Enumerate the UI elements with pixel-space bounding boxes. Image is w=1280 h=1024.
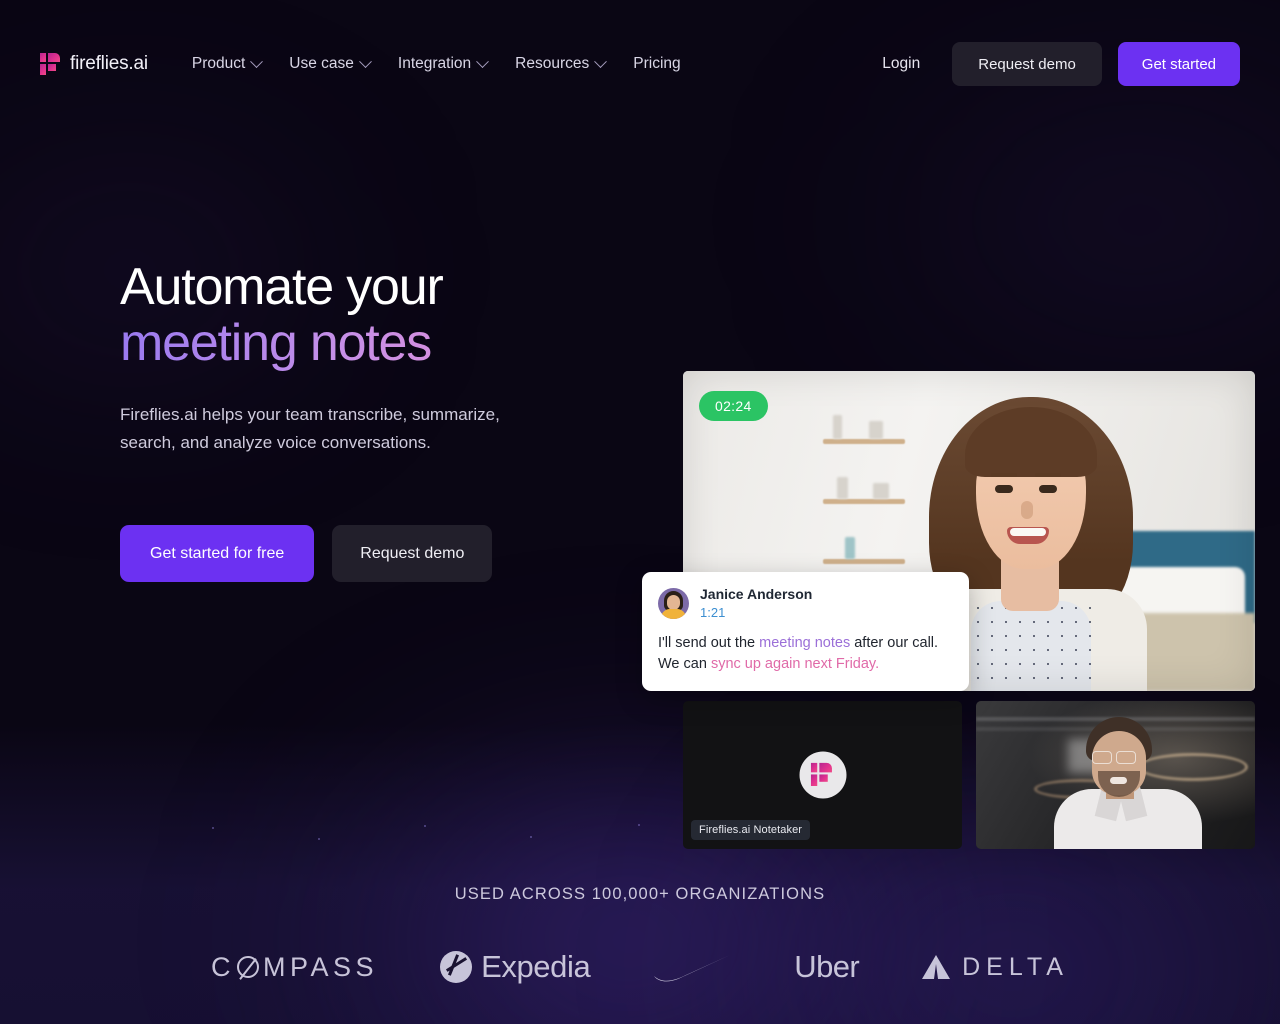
expedia-wordmark: Expedia	[481, 949, 591, 984]
transcript-text: I'll send out the meeting notes after ou…	[658, 633, 953, 675]
nike-swoosh-icon	[654, 955, 731, 982]
video-participant-man	[1048, 717, 1208, 849]
shelf-item	[837, 477, 848, 499]
hero-title-line-1: Automate your	[120, 258, 444, 316]
nav-get-started-button[interactable]: Get started	[1117, 42, 1240, 86]
shelf-decoration	[823, 499, 905, 504]
nav-actions: Login Request demo Get started	[882, 42, 1240, 86]
shelf-item	[869, 421, 883, 439]
transcript-card[interactable]: Janice Anderson 1:21 I'll send out the m…	[642, 572, 969, 691]
video-tile-row: Fireflies.ai Notetaker	[683, 701, 1255, 849]
compass-o-icon	[237, 956, 260, 978]
airplane-icon	[440, 951, 473, 983]
transcript-timestamp[interactable]: 1:21	[700, 604, 812, 622]
transcript-line2-pre: We can	[658, 655, 711, 672]
compass-letters: MPASS	[263, 951, 379, 982]
shelf-decoration	[823, 559, 905, 564]
logo-delta: DELTA	[921, 946, 1069, 988]
customer-logo-row: C MPASS Expedia Uber DELTA	[0, 946, 1280, 988]
nav-item-use-case[interactable]: Use case	[289, 54, 372, 73]
compass-letter-c: C	[211, 951, 236, 982]
transcript-speaker-name: Janice Anderson	[700, 586, 813, 602]
brand-name: fireflies.ai	[70, 53, 148, 74]
transcript-line1-post: after our call.	[850, 634, 939, 651]
transcript-line1-pre: I'll send out the	[658, 634, 760, 651]
transcript-card-header: Janice Anderson 1:21	[658, 586, 953, 622]
logo-compass: C MPASS	[211, 946, 378, 988]
participant-video-tile[interactable]	[976, 701, 1255, 849]
hero-section: Automate your meeting notes Fireflies.ai…	[0, 128, 1280, 849]
hero-cta-group: Get started for free Request demo	[120, 525, 600, 583]
uber-wordmark: Uber	[794, 949, 860, 984]
login-link[interactable]: Login	[882, 55, 936, 73]
shelf-item	[845, 537, 855, 559]
nav-item-integration[interactable]: Integration	[397, 54, 490, 73]
hero-subtitle: Fireflies.ai helps your team transcribe,…	[120, 405, 500, 453]
shelf-item	[833, 415, 842, 439]
delta-wordmark: DELTA	[962, 952, 1069, 981]
nav-item-label: Product	[191, 55, 246, 72]
nav-item-pricing[interactable]: Pricing	[633, 55, 680, 73]
notetaker-video-tile[interactable]: Fireflies.ai Notetaker	[683, 701, 962, 849]
request-demo-button[interactable]: Request demo	[332, 525, 493, 583]
shelf-item	[873, 483, 889, 499]
notetaker-logo-badge	[799, 751, 846, 799]
brand-logo[interactable]: fireflies.ai	[40, 53, 148, 75]
nav-item-label: Integration	[397, 55, 472, 72]
hero-copy: Automate your meeting notes Fireflies.ai…	[40, 128, 600, 583]
chevron-down-icon	[476, 54, 490, 68]
tile-label: Fireflies.ai Notetaker	[691, 820, 811, 840]
social-proof-section: USED ACROSS 100,000+ ORGANIZATIONS C MPAS…	[0, 885, 1280, 988]
logo-uber: Uber	[794, 946, 859, 988]
nav-item-label: Pricing	[633, 55, 681, 72]
logo-expedia: Expedia	[440, 946, 591, 988]
nav-item-product[interactable]: Product	[191, 54, 264, 73]
primary-nav-links: Product Use case Integration Resources P…	[191, 54, 681, 73]
chevron-down-icon	[594, 54, 608, 68]
social-proof-heading: USED ACROSS 100,000+ ORGANIZATIONS	[454, 885, 826, 903]
top-navigation-bar: fireflies.ai Product Use case Integratio…	[0, 0, 1280, 128]
delta-triangle-icon	[922, 955, 951, 979]
page-title: Automate your meeting notes	[120, 258, 600, 372]
fireflies-logo-icon	[810, 762, 834, 787]
avatar	[658, 588, 689, 620]
chevron-down-icon	[359, 54, 372, 68]
nav-item-label: Resources	[515, 55, 590, 72]
hero-title-line-2: meeting notes	[120, 315, 600, 372]
transcript-keyword-sync-up[interactable]: sync up again next Friday.	[711, 656, 879, 672]
fireflies-logo-icon	[40, 53, 60, 75]
meeting-timer-badge: 02:24	[699, 391, 768, 421]
logo-nike	[652, 946, 732, 988]
shelf-decoration	[823, 439, 905, 444]
nav-request-demo-button[interactable]: Request demo	[952, 42, 1102, 86]
get-started-for-free-button[interactable]: Get started for free	[120, 525, 315, 583]
hero-media: 02:24 Janice Anderson 1:21 I'll send out…	[642, 371, 1255, 691]
chevron-down-icon	[250, 54, 264, 68]
nav-item-resources[interactable]: Resources	[515, 54, 608, 73]
transcript-keyword-meeting-notes[interactable]: meeting notes	[759, 635, 850, 651]
nav-item-label: Use case	[289, 55, 354, 72]
